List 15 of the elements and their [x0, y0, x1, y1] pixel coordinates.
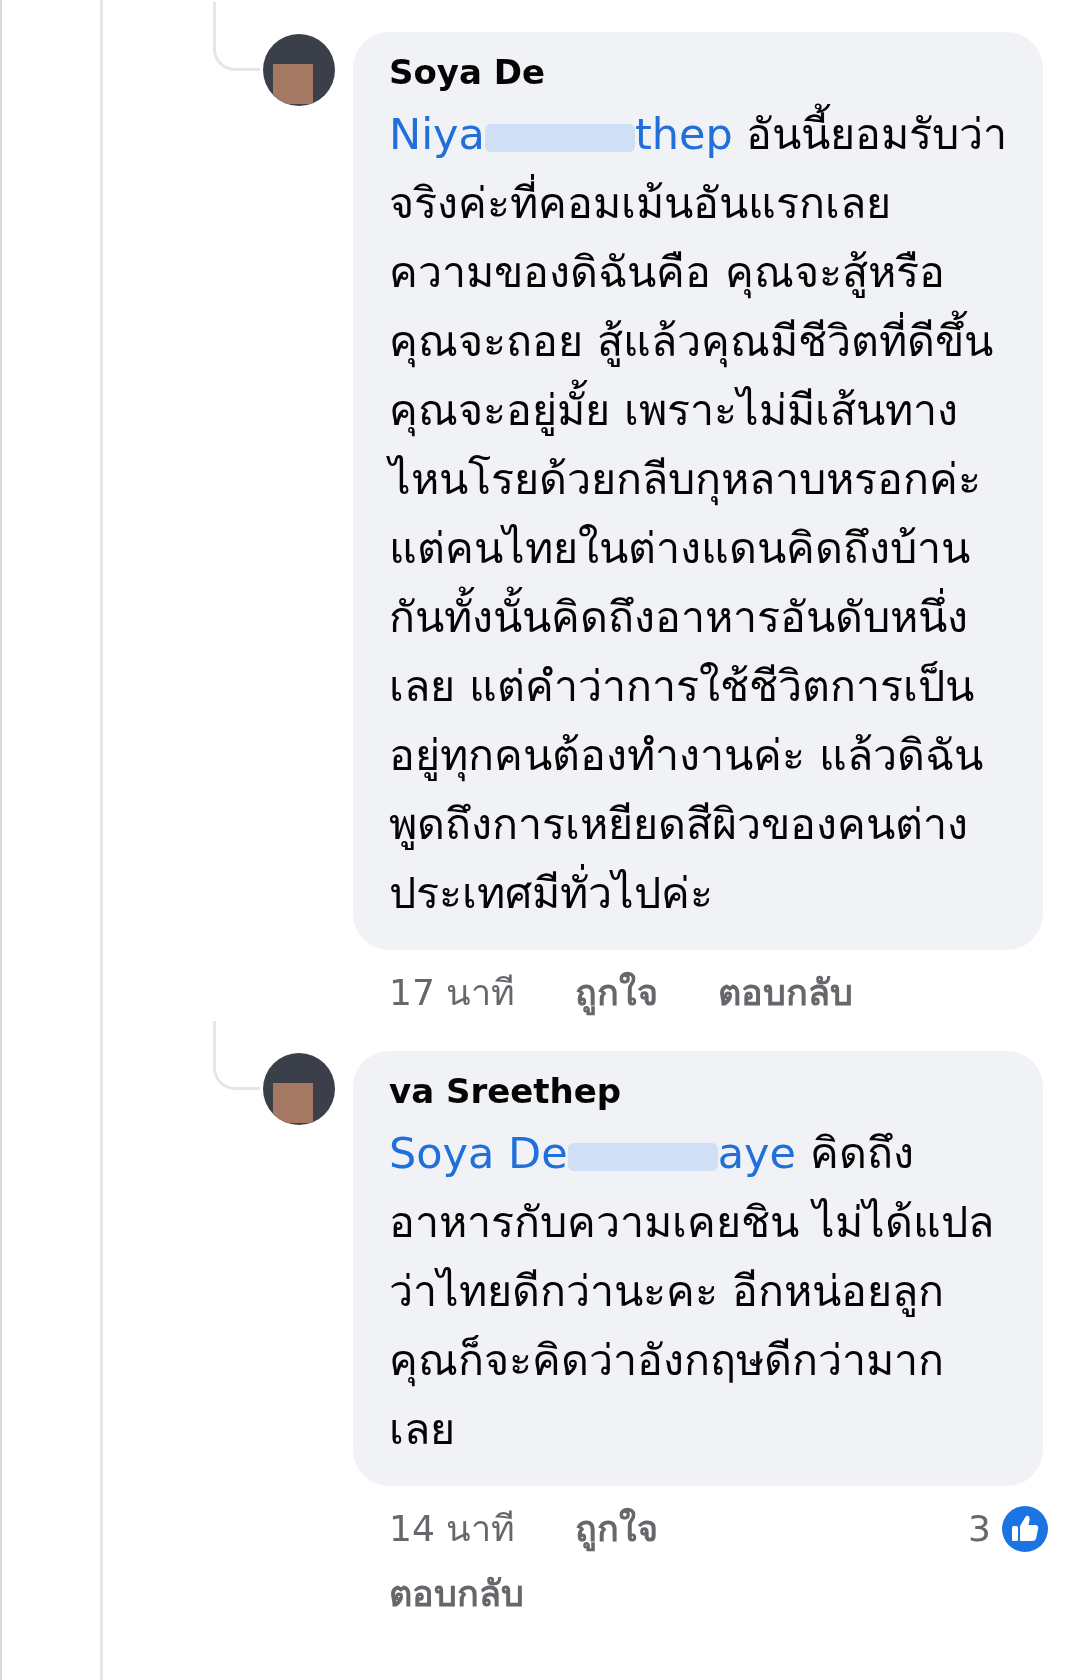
like-link[interactable]: ถูกใจ: [575, 1500, 659, 1557]
comment-text: Soya De aye คิดถึงอาหารกับความเคยชิน ไม่ได้แปลว่าไทยดีกว่านะคะ อีกหน่อยลูกคุณก็จะคิดว่าอังกฤษดีกว่ามากเลย: [389, 1127, 995, 1456]
timestamp[interactable]: 17 นาที: [389, 964, 516, 1021]
thread-connector: [213, 1021, 260, 1090]
author-name[interactable]: va Sreethep: [389, 1071, 622, 1111]
reaction-count[interactable]: 3: [968, 1508, 991, 1549]
reply-link[interactable]: ตอบกลับ: [718, 964, 854, 1021]
mention-link[interactable]: Niya thep: [389, 109, 733, 159]
timestamp[interactable]: 14 นาที: [389, 1500, 516, 1557]
thread-connector: [213, 2, 260, 71]
author-name[interactable]: Soya De: [389, 52, 546, 92]
mention-link[interactable]: Soya De aye: [389, 1128, 796, 1178]
like-link[interactable]: ถูกใจ: [575, 964, 659, 1021]
thumbs-up-icon: [1001, 1504, 1049, 1553]
reply-link[interactable]: ตอบกลับ: [389, 1565, 983, 1622]
